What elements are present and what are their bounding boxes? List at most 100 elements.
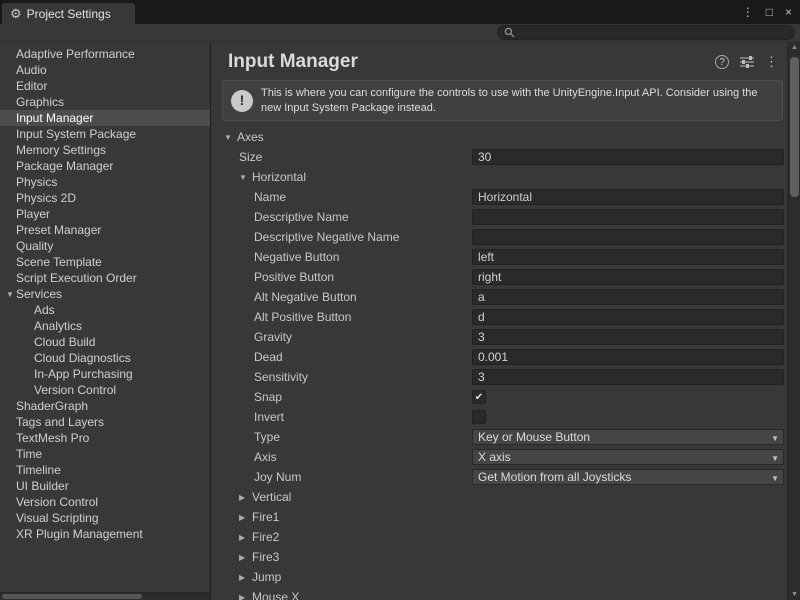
text-input[interactable]: 0.001 [472, 349, 784, 365]
sidebar-item-version-control[interactable]: Version Control [0, 382, 210, 398]
property-label[interactable]: ▶Fire1 [211, 510, 472, 524]
property-label[interactable]: ▶Jump [211, 570, 472, 584]
chevron-down-icon: ▼ [771, 432, 779, 445]
text-input[interactable]: Horizontal [472, 189, 784, 205]
dropdown[interactable]: Get Motion from all Joysticks▼ [472, 469, 784, 485]
sidebar-item-timeline[interactable]: Timeline [0, 462, 210, 478]
toolbar [0, 24, 800, 42]
maximize-icon[interactable]: □ [766, 6, 773, 18]
property-field: a [472, 289, 784, 305]
close-icon[interactable]: × [785, 6, 792, 18]
sidebar-item-adaptive-performance[interactable]: Adaptive Performance [0, 46, 210, 62]
sidebar-item-preset-manager[interactable]: Preset Manager [0, 222, 210, 238]
text-input[interactable]: right [472, 269, 784, 285]
sidebar-item-label: TextMesh Pro [16, 431, 89, 445]
property-label[interactable]: ▶Fire3 [211, 550, 472, 564]
sidebar-item-player[interactable]: Player [0, 206, 210, 222]
tab-project-settings[interactable]: ⚙ Project Settings [2, 3, 135, 24]
sidebar-item-visual-scripting[interactable]: Visual Scripting [0, 510, 210, 526]
foldout-closed-icon[interactable]: ▶ [239, 493, 252, 502]
property-label[interactable]: ▶Mouse X [211, 590, 472, 600]
sidebar-item-label: Ads [34, 303, 55, 317]
foldout-open-icon[interactable]: ▼ [239, 173, 252, 182]
search-box[interactable] [497, 25, 795, 40]
help-icon[interactable]: ? [715, 55, 729, 69]
sidebar-item-audio[interactable]: Audio [0, 62, 210, 78]
sidebar-item-label: Graphics [16, 95, 64, 109]
sidebar-item-cloud-diagnostics[interactable]: Cloud Diagnostics [0, 350, 210, 366]
kebab-menu-icon[interactable]: ⋮ [765, 54, 778, 70]
sidebar-item-analytics[interactable]: Analytics [0, 318, 210, 334]
text-input[interactable]: 30 [472, 149, 784, 165]
foldout-closed-icon[interactable]: ▶ [239, 573, 252, 582]
sidebar-item-script-execution-order[interactable]: Script Execution Order [0, 270, 210, 286]
sidebar-item-shadergraph[interactable]: ShaderGraph [0, 398, 210, 414]
foldout-open-icon[interactable]: ▼ [4, 287, 16, 303]
scrollbar-thumb[interactable] [2, 594, 142, 599]
sidebar-item-label: Package Manager [16, 159, 113, 173]
sidebar-item-editor[interactable]: Editor [0, 78, 210, 94]
dropdown[interactable]: Key or Mouse Button▼ [472, 429, 784, 445]
sidebar-item-in-app-purchasing[interactable]: In-App Purchasing [0, 366, 210, 382]
label-text: Axis [254, 450, 277, 464]
sidebar-item-label: Timeline [16, 463, 61, 477]
main-header: Input Manager ? ⋮ [211, 42, 800, 76]
sidebar-item-cloud-build[interactable]: Cloud Build [0, 334, 210, 350]
property-label[interactable]: ▶Vertical [211, 490, 472, 504]
sidebar-item-scene-template[interactable]: Scene Template [0, 254, 210, 270]
sidebar-item-physics-2d[interactable]: Physics 2D [0, 190, 210, 206]
scroll-down-icon[interactable]: ▼ [788, 591, 800, 598]
sidebar-item-input-system-package[interactable]: Input System Package [0, 126, 210, 142]
property-field [472, 229, 784, 245]
text-input[interactable]: 3 [472, 329, 784, 345]
window-menu-icon[interactable]: ⋮ [742, 6, 754, 18]
presets-icon[interactable] [740, 56, 754, 68]
label-text: Gravity [254, 330, 292, 344]
sidebar-item-version-control[interactable]: Version Control [0, 494, 210, 510]
text-input[interactable]: a [472, 289, 784, 305]
sidebar-item-textmesh-pro[interactable]: TextMesh Pro [0, 430, 210, 446]
sidebar-item-quality[interactable]: Quality [0, 238, 210, 254]
search-input[interactable] [519, 26, 788, 39]
checkbox[interactable] [472, 410, 486, 424]
foldout-closed-icon[interactable]: ▶ [239, 593, 252, 600]
property-label[interactable]: ▼Axes [211, 130, 472, 144]
text-input[interactable]: 3 [472, 369, 784, 385]
property-label: Alt Positive Button [211, 310, 472, 324]
scroll-up-icon[interactable]: ▲ [788, 44, 800, 51]
foldout-open-icon[interactable]: ▼ [224, 133, 237, 142]
scrollbar-thumb[interactable] [790, 57, 799, 197]
text-input[interactable] [472, 229, 784, 245]
foldout-closed-icon[interactable]: ▶ [239, 513, 252, 522]
sidebar-item-tags-and-layers[interactable]: Tags and Layers [0, 414, 210, 430]
sidebar-item-time[interactable]: Time [0, 446, 210, 462]
sidebar-item-ads[interactable]: Ads [0, 302, 210, 318]
property-label[interactable]: ▶Fire2 [211, 530, 472, 544]
sidebar-item-input-manager[interactable]: Input Manager [0, 110, 210, 126]
tab-label: Project Settings [27, 7, 111, 21]
sidebar-horizontal-scrollbar[interactable] [0, 592, 210, 600]
checkbox[interactable]: ✔ [472, 390, 486, 404]
sidebar-item-label: Memory Settings [16, 143, 106, 157]
sidebar-item-label: XR Plugin Management [16, 527, 143, 541]
sidebar-item-label: Audio [16, 63, 47, 77]
foldout-closed-icon[interactable]: ▶ [239, 533, 252, 542]
vertical-scrollbar[interactable]: ▲ ▼ [787, 42, 800, 600]
sidebar-item-memory-settings[interactable]: Memory Settings [0, 142, 210, 158]
chevron-down-icon: ▼ [771, 472, 779, 485]
property-row-descriptive-negative-name: Descriptive Negative Name [211, 227, 800, 247]
sidebar-item-services[interactable]: ▼Services [0, 286, 210, 302]
foldout-closed-icon[interactable]: ▶ [239, 553, 252, 562]
sidebar-item-ui-builder[interactable]: UI Builder [0, 478, 210, 494]
property-label[interactable]: ▼Horizontal [211, 170, 472, 184]
sidebar-item-physics[interactable]: Physics [0, 174, 210, 190]
dropdown[interactable]: X axis▼ [472, 449, 784, 465]
text-input[interactable]: left [472, 249, 784, 265]
sidebar-item-graphics[interactable]: Graphics [0, 94, 210, 110]
text-input[interactable]: d [472, 309, 784, 325]
property-field: X axis▼ [472, 449, 784, 465]
sidebar-item-package-manager[interactable]: Package Manager [0, 158, 210, 174]
text-input[interactable] [472, 209, 784, 225]
label-text: Size [239, 150, 262, 164]
sidebar-item-xr-plugin-management[interactable]: XR Plugin Management [0, 526, 210, 542]
